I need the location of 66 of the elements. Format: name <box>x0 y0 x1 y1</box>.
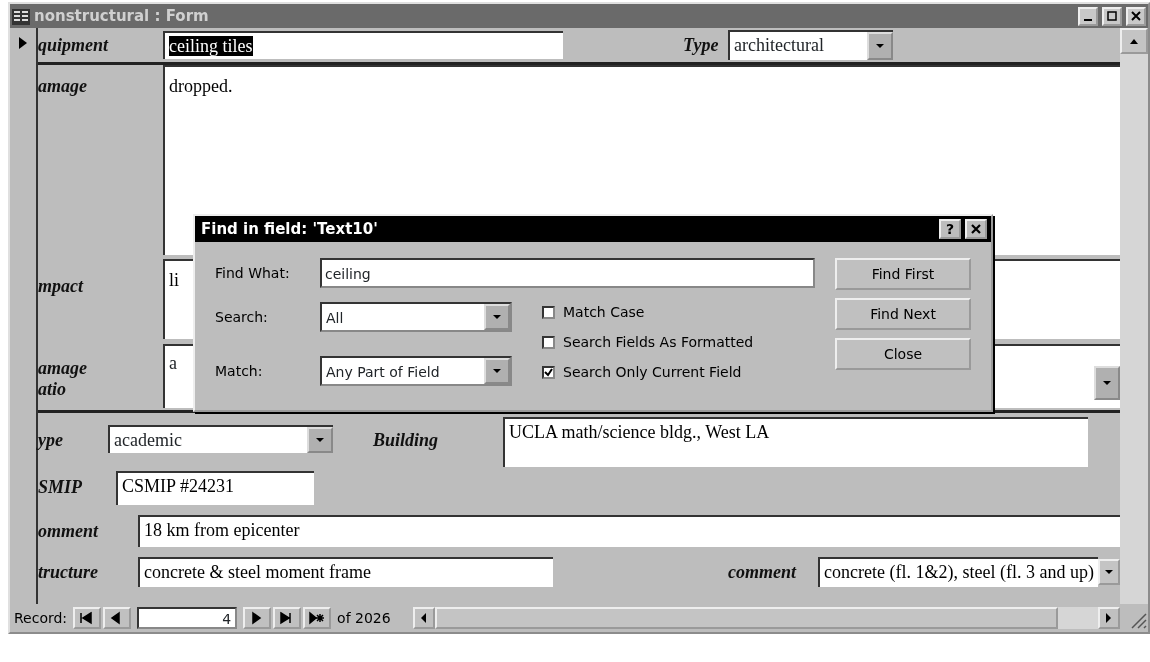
caret-up-icon <box>1129 37 1139 45</box>
scroll-right-button[interactable] <box>1098 607 1120 629</box>
text-field[interactable]: ceiling tiles <box>163 31 564 59</box>
text-field[interactable]: concrete (fl. 1&2), steel (fl. 3 and up) <box>818 557 1098 587</box>
next-record-button[interactable] <box>243 607 272 629</box>
new-record-icon <box>309 611 326 625</box>
close-button[interactable] <box>965 219 987 239</box>
maximize-button[interactable] <box>1102 6 1122 26</box>
field-label: omment <box>38 519 100 543</box>
record-number-field[interactable]: 4 <box>137 607 238 629</box>
checkbox-label: Search Only Current Field <box>563 363 742 382</box>
field-label: ype <box>38 429 65 452</box>
combo-box[interactable]: Any Part of Field <box>320 356 512 386</box>
field-label: Building <box>373 429 440 452</box>
combo-box[interactable]: architectural <box>728 30 894 60</box>
checkbox[interactable] <box>542 306 555 319</box>
close-button[interactable] <box>1126 6 1146 26</box>
field-label: SMIP <box>38 476 84 499</box>
field-label: comment <box>728 560 798 584</box>
form-icon <box>12 8 30 25</box>
field-label: Type <box>683 33 720 57</box>
first-record-button[interactable] <box>73 607 102 629</box>
dialog-title: Find in field: 'Text10' <box>201 218 379 240</box>
dialog-button[interactable]: Find First <box>835 258 971 290</box>
combo-box[interactable]: All <box>320 302 512 332</box>
maximize-icon <box>1107 11 1117 21</box>
new-record-button[interactable] <box>303 607 332 629</box>
field-label: quipment <box>38 33 110 57</box>
close-icon <box>971 224 981 234</box>
help-button[interactable]: ? <box>939 219 961 239</box>
find-what-field[interactable]: ceiling <box>320 258 815 288</box>
scroll-left-button[interactable] <box>412 607 435 629</box>
field-label: Find What: <box>215 263 291 283</box>
caret-right-icon <box>1106 613 1112 623</box>
minimize-button[interactable] <box>1078 6 1098 26</box>
text-field[interactable]: UCLA math/science bldg., West LA <box>503 417 1089 467</box>
close-icon <box>1131 11 1141 21</box>
scroll-down-button[interactable] <box>1098 559 1120 585</box>
field-label: amage <box>38 75 89 98</box>
scroll-thumb[interactable] <box>434 607 1058 629</box>
checkbox-label: Match Case <box>563 303 645 322</box>
text-field[interactable]: CSMIP #24231 <box>116 470 315 505</box>
caret-left-icon <box>420 613 427 623</box>
field-label: tructure <box>38 560 100 584</box>
field-label: atio <box>38 378 68 400</box>
combo-box[interactable]: academic <box>108 425 334 453</box>
window-title: nonstructural : Form <box>34 5 210 27</box>
scroll-up-button[interactable] <box>1120 28 1148 54</box>
minimize-icon <box>1084 19 1092 21</box>
field-label: Search: <box>215 307 269 327</box>
dialog-button[interactable]: Close <box>835 338 971 370</box>
field-label: Match: <box>215 361 264 381</box>
field-label: mpact <box>38 275 85 298</box>
checkbox[interactable] <box>542 336 555 349</box>
text-field[interactable]: concrete & steel moment frame <box>138 557 554 587</box>
field-label: amage <box>38 358 89 379</box>
checkbox[interactable] <box>542 366 555 379</box>
dialog-button[interactable]: Find Next <box>835 298 971 330</box>
text-field[interactable]: 18 km from epicenter <box>138 515 1120 547</box>
checkmark-icon <box>544 368 553 377</box>
last-record-button[interactable] <box>273 607 302 629</box>
record-label: Record: <box>14 608 68 628</box>
checkbox-label: Search Fields As Formatted <box>563 333 754 352</box>
record-pointer-icon <box>18 36 29 50</box>
previous-record-button[interactable] <box>103 607 132 629</box>
record-count: of 2026 <box>337 608 391 628</box>
